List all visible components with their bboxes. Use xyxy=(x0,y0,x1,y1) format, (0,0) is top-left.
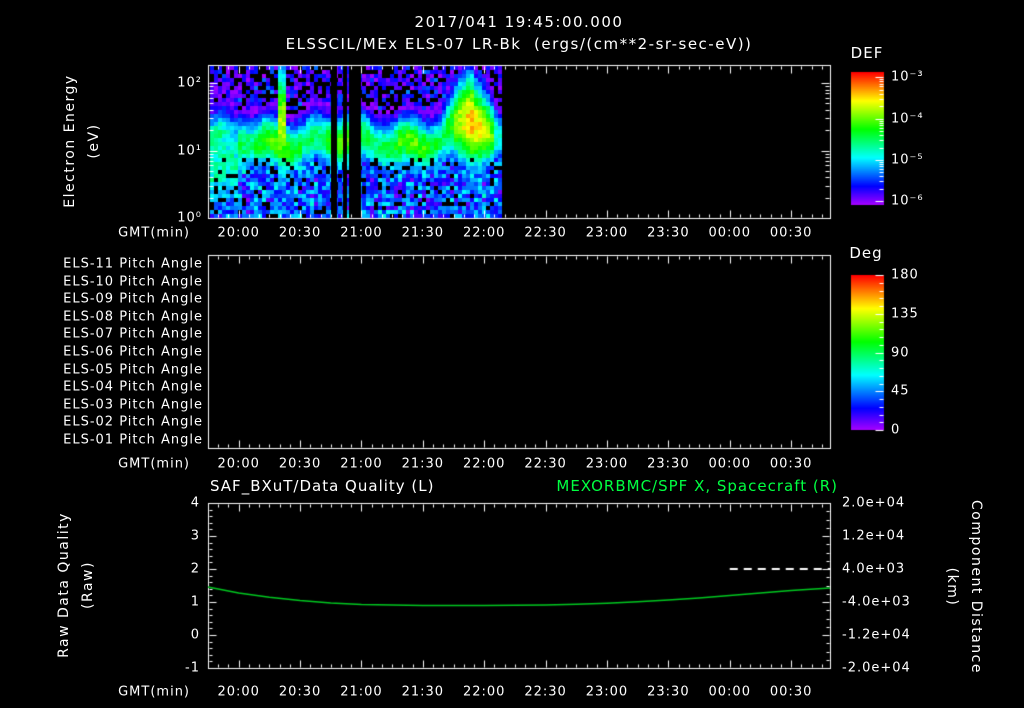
time-tick-label: 22:00 xyxy=(462,225,506,241)
quality-tick-label: 2 xyxy=(190,561,200,577)
def-colorbar-tick-label: 10⁻⁶ xyxy=(891,193,924,209)
def-colorbar-tick-label: 10⁻³ xyxy=(891,69,924,85)
timeseries-right-y-axis-label: Component Distance (km) xyxy=(940,500,988,674)
pitch-angle-row-label: ELS-11 Pitch Angle xyxy=(63,256,203,272)
time-tick-label: 00:30 xyxy=(769,225,813,241)
time-tick-label: 22:30 xyxy=(524,456,567,472)
time-tick-label: 23:30 xyxy=(647,456,690,472)
time-tick-label: 21:00 xyxy=(340,456,383,472)
time-tick-label: 00:30 xyxy=(769,684,813,700)
pitch-angle-row-label: ELS-04 Pitch Angle xyxy=(63,379,203,395)
axis-label-line: (Raw) xyxy=(80,561,96,609)
timeseries-left-y-axis-label: Raw Data Quality (Raw) xyxy=(52,512,100,658)
pitch-angle-row-label: ELS-06 Pitch Angle xyxy=(63,344,203,360)
x-axis-label-gmt-top: GMT(min) xyxy=(118,225,190,241)
timeseries-left-title: SAF_BXuT/Data Quality (L) xyxy=(210,477,435,495)
spectrogram-y-axis-label: Electron Energy (eV) xyxy=(58,74,106,207)
deg-colorbar-tick-label: 135 xyxy=(891,306,919,322)
pitch-angle-row-label: ELS-02 Pitch Angle xyxy=(63,414,203,430)
timeseries-right-title: MEXORBMC/SPF X, Spacecraft (R) xyxy=(556,477,838,495)
pitch-angle-row-label: ELS-09 Pitch Angle xyxy=(63,291,203,307)
time-tick-label: 20:00 xyxy=(217,225,260,241)
colorbar-def-title: DEF xyxy=(850,44,884,62)
deg-colorbar-tick-label: 90 xyxy=(891,345,910,360)
quality-tick-label: 1 xyxy=(190,594,200,610)
time-tick-label: 20:30 xyxy=(278,456,322,472)
pitch-angle-row-label: ELS-07 Pitch Angle xyxy=(63,326,203,342)
time-tick-label: 00:00 xyxy=(708,225,751,241)
axis-label-line: Electron Energy xyxy=(62,74,78,208)
time-tick-label: 21:00 xyxy=(340,225,383,241)
distance-tick-label: -2.0e+04 xyxy=(842,660,911,676)
time-tick-label: 23:00 xyxy=(585,684,629,700)
plot-dataset-title: ELSSCIL/MEx ELS-07 LR-Bk (ergs/(cm**2-sr… xyxy=(285,35,753,53)
time-tick-label: 20:00 xyxy=(217,456,260,472)
x-axis-label-gmt-bottom: GMT(min) xyxy=(118,684,190,700)
axis-label-line: (eV) xyxy=(86,123,102,159)
pitch-angle-row-label: ELS-05 Pitch Angle xyxy=(63,362,203,378)
colorbar-deg-title: Deg xyxy=(849,244,883,262)
pitch-angle-row-label: ELS-03 Pitch Angle xyxy=(63,397,203,413)
axis-label-line: (km) xyxy=(944,567,960,607)
time-tick-label: 23:30 xyxy=(647,225,690,241)
distance-tick-label: 4.0e+03 xyxy=(842,561,906,577)
time-tick-label: 21:00 xyxy=(340,684,383,700)
time-tick-label: 20:30 xyxy=(278,684,322,700)
distance-tick-label: 1.2e+04 xyxy=(842,528,906,544)
pitch-angle-row-label: ELS-01 Pitch Angle xyxy=(63,432,203,448)
quality-tick-label: 3 xyxy=(190,528,200,544)
pitch-angle-row-label: ELS-10 Pitch Angle xyxy=(63,274,203,290)
time-tick-label: 21:30 xyxy=(401,456,445,472)
time-tick-label: 21:30 xyxy=(401,225,445,241)
quality-tick-label: 0 xyxy=(190,627,200,643)
axis-label-line: Raw Data Quality xyxy=(56,512,72,658)
deg-colorbar-tick-label: 180 xyxy=(891,267,919,283)
distance-tick-label: 2.0e+04 xyxy=(842,495,906,511)
distance-tick-label: -1.2e+04 xyxy=(842,627,911,643)
deg-colorbar-tick-label: 45 xyxy=(891,383,910,399)
time-tick-label: 23:00 xyxy=(585,456,629,472)
time-tick-label: 20:00 xyxy=(217,684,260,700)
x-axis-label-gmt-middle: GMT(min) xyxy=(118,456,190,472)
science-plot-page: 2017/041 19:45:00.000 ELSSCIL/MEx ELS-07… xyxy=(0,0,1024,708)
quality-tick-label: -1 xyxy=(185,660,200,676)
time-tick-label: 20:30 xyxy=(278,225,322,241)
time-tick-label: 00:00 xyxy=(708,684,751,700)
plot-time-title: 2017/041 19:45:00.000 xyxy=(414,13,624,31)
def-colorbar-tick-label: 10⁻⁴ xyxy=(891,111,924,127)
pitch-angle-row-label: ELS-08 Pitch Angle xyxy=(63,309,203,325)
time-tick-label: 00:30 xyxy=(769,456,813,472)
time-tick-label: 00:00 xyxy=(708,456,751,472)
energy-tick-label: 10² xyxy=(177,75,202,91)
quality-tick-label: 4 xyxy=(190,495,200,511)
time-tick-label: 22:30 xyxy=(524,684,567,700)
axis-label-line: Component Distance xyxy=(968,500,984,674)
time-tick-label: 22:30 xyxy=(524,225,567,241)
time-tick-label: 21:30 xyxy=(401,684,445,700)
distance-tick-label: -4.0e+03 xyxy=(842,594,911,610)
time-tick-label: 23:00 xyxy=(585,225,629,241)
deg-colorbar-tick-label: 0 xyxy=(891,422,901,438)
time-tick-label: 22:00 xyxy=(462,456,506,472)
def-colorbar-tick-label: 10⁻⁵ xyxy=(891,152,924,168)
time-tick-label: 22:00 xyxy=(462,684,506,700)
energy-tick-label: 10⁰ xyxy=(177,210,202,226)
time-tick-label: 23:30 xyxy=(647,684,690,700)
energy-tick-label: 10¹ xyxy=(177,143,202,158)
